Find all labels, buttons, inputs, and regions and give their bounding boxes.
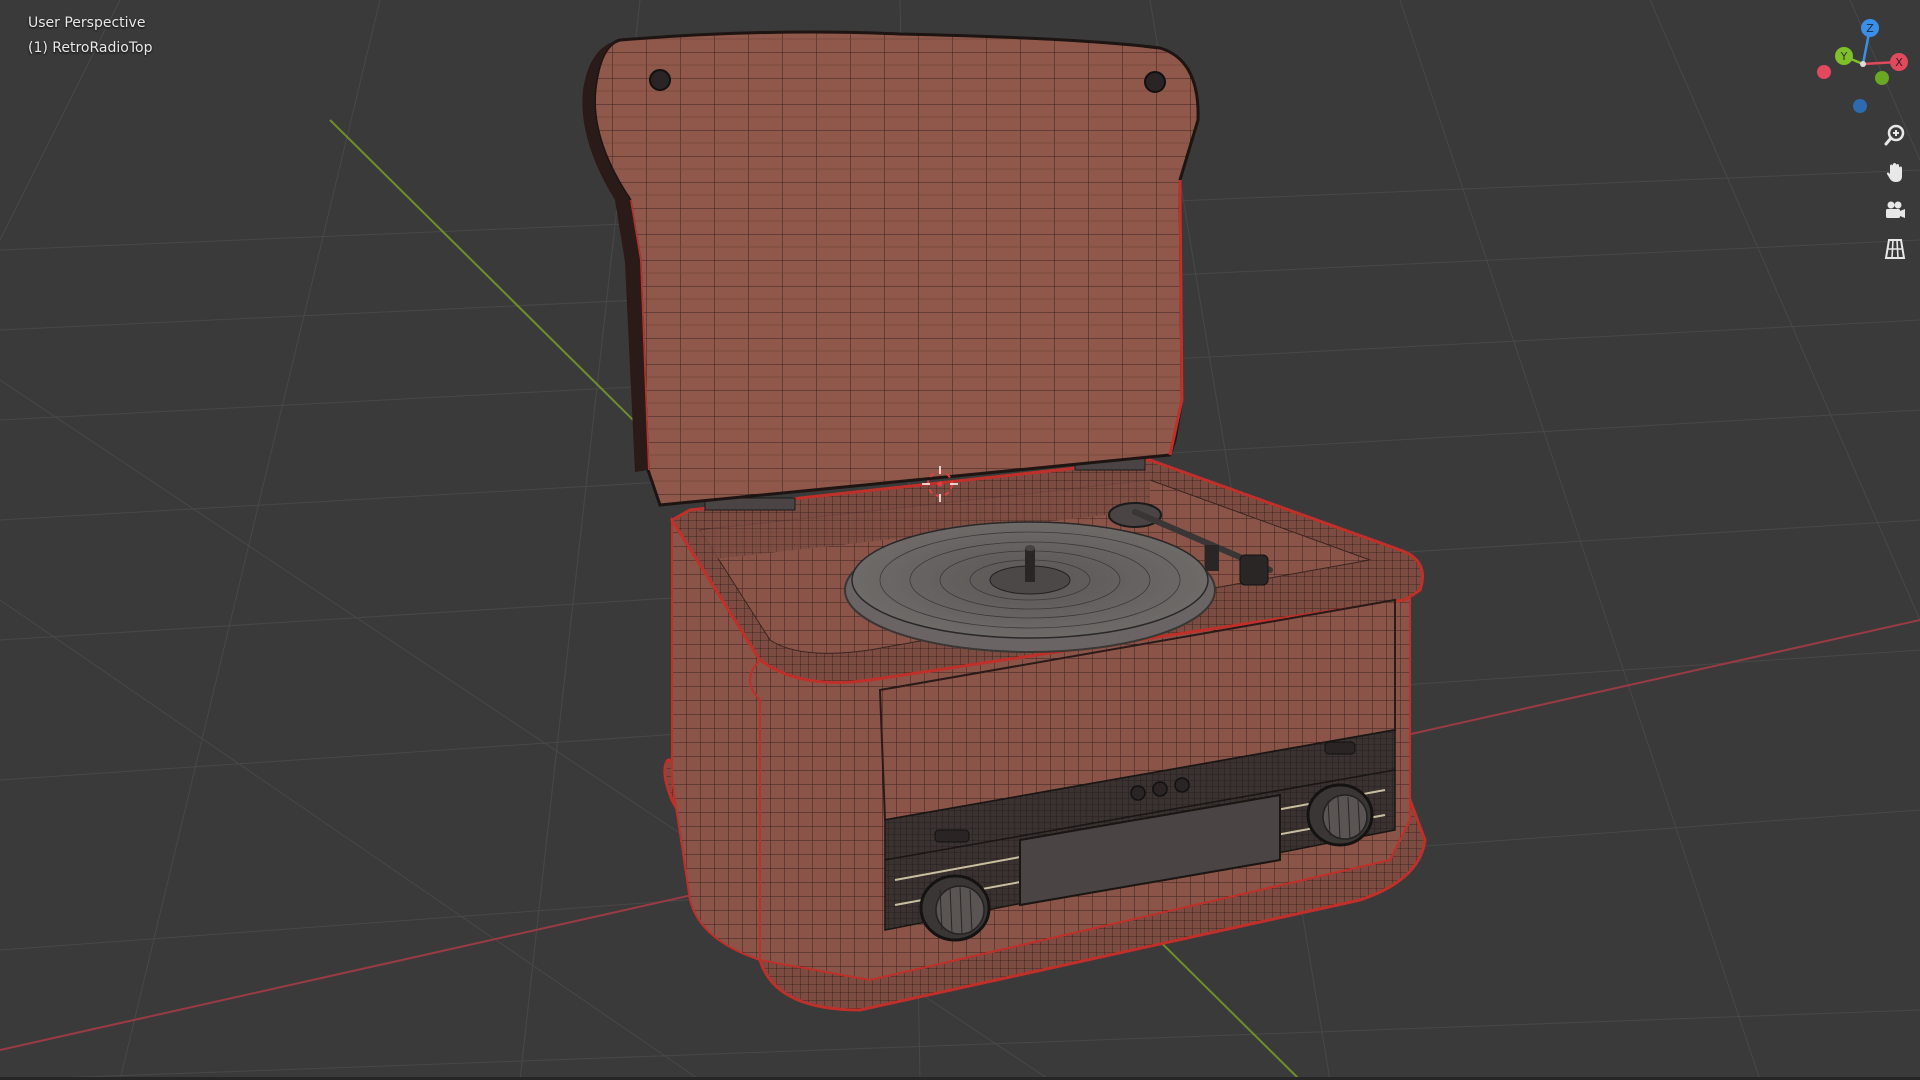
gizmo-neg-z <box>1853 99 1867 113</box>
3d-viewport[interactable]: User Perspective (1) RetroRadioTop Z X Y <box>0 0 1920 1080</box>
control-button <box>1130 785 1146 801</box>
left-knob <box>919 874 991 942</box>
right-knob <box>1306 783 1374 847</box>
view-name-label: User Perspective <box>28 15 146 31</box>
navigation-gizmo[interactable]: Z X Y <box>1808 14 1914 120</box>
retro-radio-model <box>582 30 1427 1012</box>
gizmo-x-label: X <box>1895 56 1903 69</box>
grid-perspective-icon <box>1884 239 1906 259</box>
gizmo-y-label: Y <box>1840 50 1848 63</box>
control-button <box>1174 777 1190 793</box>
indicator-slot <box>1324 741 1356 755</box>
camera-view-button[interactable] <box>1878 194 1912 228</box>
camera-icon <box>1886 201 1905 218</box>
toggle-perspective-button[interactable] <box>1878 232 1912 266</box>
zoom-button[interactable] <box>1878 118 1912 152</box>
spindle <box>1025 548 1035 582</box>
pan-button[interactable] <box>1878 156 1912 190</box>
lid-screw <box>1144 71 1166 93</box>
control-button <box>1152 781 1168 797</box>
gizmo-z-label: Z <box>1866 22 1874 35</box>
gizmo-neg-y <box>1875 71 1889 85</box>
viewport-scene <box>0 0 1920 1080</box>
active-object-label: (1) RetroRadioTop <box>28 40 153 56</box>
hand-icon <box>1886 163 1902 182</box>
zoom-magnifier-icon <box>1884 124 1905 146</box>
indicator-slot <box>934 829 970 843</box>
lid-screw <box>649 69 671 91</box>
gizmo-neg-x <box>1817 65 1831 79</box>
radio-lid <box>592 30 1200 507</box>
